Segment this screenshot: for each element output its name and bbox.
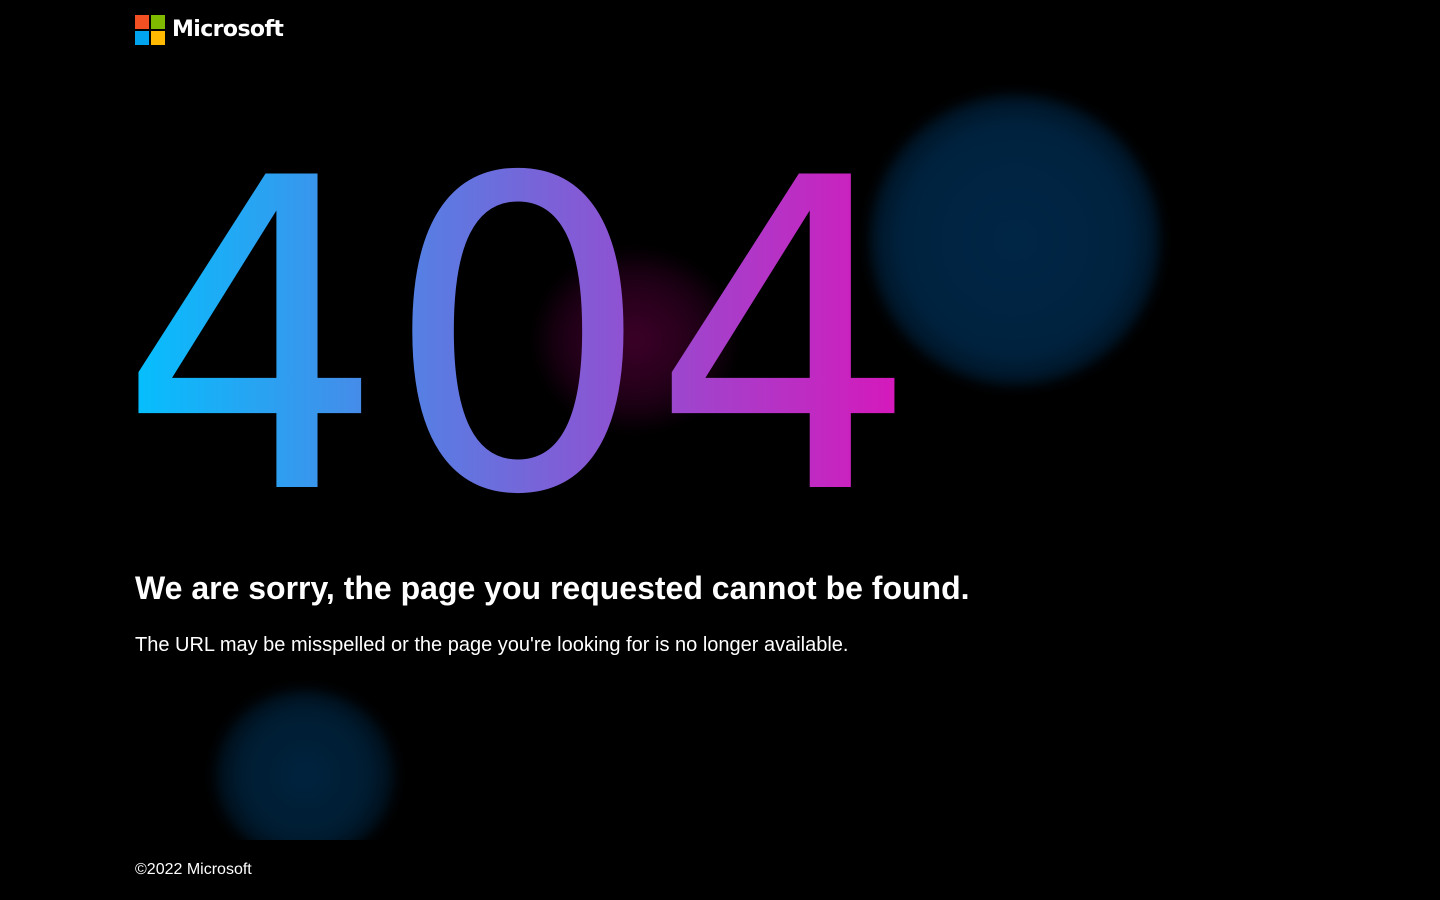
- error-digit-3: 4: [651, 130, 918, 530]
- logo-square-blue: [135, 30, 149, 45]
- error-title: We are sorry, the page you requested can…: [135, 570, 970, 606]
- background-glow-clip: [180, 660, 440, 840]
- page: Microsoft 404 We are sorry, the page you…: [0, 0, 1440, 900]
- error-code-text: 404: [118, 130, 918, 530]
- logo-wordmark: Microsoft: [172, 16, 284, 42]
- background-glow-blue-small: [215, 690, 395, 840]
- microsoft-logo-link[interactable]: Microsoft: [135, 14, 284, 45]
- footer-copyright: ©2022 Microsoft: [135, 861, 252, 878]
- error-message: The URL may be misspelled or the page yo…: [135, 634, 849, 656]
- logo-square-green: [151, 14, 165, 29]
- logo-square-yellow: [151, 30, 165, 45]
- error-digit-1: 4: [118, 130, 385, 530]
- microsoft-logo-icon: [135, 14, 165, 45]
- logo-square-red: [135, 14, 149, 29]
- error-code-404: 404: [118, 130, 918, 530]
- error-digit-2: 0: [385, 130, 652, 530]
